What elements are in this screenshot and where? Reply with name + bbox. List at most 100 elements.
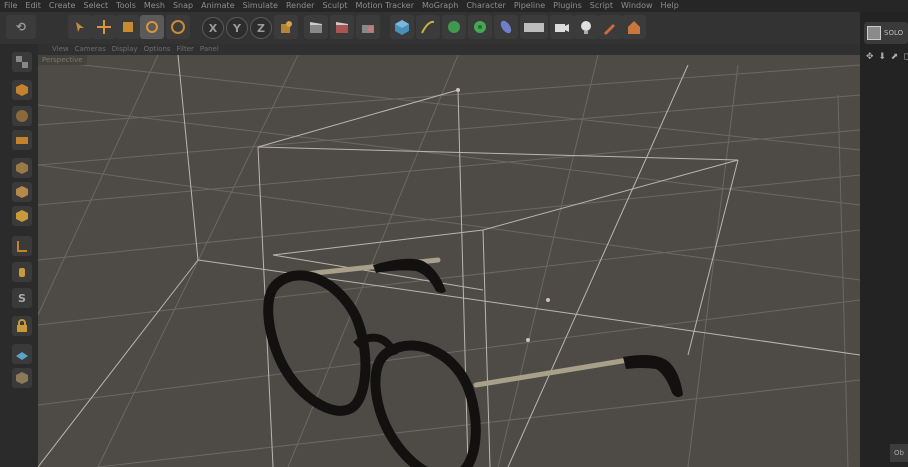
axis-mode-button[interactable] — [12, 236, 32, 256]
floor-icon — [524, 23, 544, 32]
menu-item-window[interactable]: Window — [617, 0, 657, 12]
viewport-scene — [38, 55, 860, 467]
model-mode-button[interactable] — [12, 80, 32, 100]
grid-line — [38, 164, 860, 281]
camera-button[interactable] — [550, 15, 574, 39]
menu-item-sculpt[interactable]: Sculpt — [318, 0, 351, 12]
floor-button[interactable] — [520, 15, 548, 39]
objects-tab[interactable]: Ob — [890, 444, 908, 462]
menu-item-motion-tracker[interactable]: Motion Tracker — [351, 0, 418, 12]
menu-item-animate[interactable]: Animate — [197, 0, 239, 12]
x-axis-label: X — [208, 21, 218, 35]
snap-label: S — [18, 291, 26, 305]
soft-selection-button[interactable] — [12, 368, 32, 388]
cube-icon — [395, 20, 409, 35]
bounding-box — [38, 55, 860, 467]
menu-item-file[interactable]: File — [0, 0, 21, 12]
tag-button[interactable] — [598, 15, 622, 39]
render-settings-button[interactable] — [356, 15, 380, 39]
viewport-menu-cameras[interactable]: Cameras — [75, 44, 112, 55]
menu-item-edit[interactable]: Edit — [21, 0, 45, 12]
layout-selector-button[interactable]: SOLO — [864, 22, 908, 44]
grid-line — [38, 299, 860, 406]
perspective-viewport[interactable]: Perspective — [38, 55, 860, 467]
snap-button[interactable]: S — [12, 288, 32, 308]
viewport-camera-label[interactable]: Perspective — [38, 55, 87, 65]
points-mode-button[interactable] — [12, 158, 32, 178]
lock-workplane-button[interactable] — [12, 316, 32, 336]
recent-tool-button[interactable] — [166, 15, 190, 39]
rotate-tool-button[interactable] — [140, 15, 164, 39]
viewport-menu-panel[interactable]: Panel — [200, 44, 225, 55]
texture-mode-button[interactable] — [12, 106, 32, 126]
viewport-menu-display[interactable]: Display — [112, 44, 144, 55]
menu-bar: File Edit Create Select Tools Mesh Snap Animate… — [0, 0, 908, 12]
menu-item-mesh[interactable]: Mesh — [140, 0, 169, 12]
polygons-mode-button[interactable] — [12, 206, 32, 226]
bbox-edge — [687, 159, 739, 356]
make-editable-button[interactable] — [12, 52, 32, 72]
z-axis-toggle[interactable]: Z — [250, 17, 272, 39]
grid-line — [837, 94, 849, 467]
cloner-button[interactable] — [468, 15, 492, 39]
render-picture-viewer-button[interactable] — [330, 15, 354, 39]
grid-line — [38, 174, 860, 261]
menu-item-character[interactable]: Character — [462, 0, 510, 12]
menu-item-pipeline[interactable]: Pipeline — [510, 0, 549, 12]
left-lens-rim — [263, 270, 371, 416]
rotate-tool-icon — [171, 20, 185, 34]
deformer-button[interactable] — [494, 15, 518, 39]
menu-item-script[interactable]: Script — [586, 0, 617, 12]
x-axis-toggle[interactable]: X — [202, 17, 224, 39]
viewport-menu-filter[interactable]: Filter — [177, 44, 200, 55]
render-view-button[interactable] — [304, 15, 328, 39]
cursor-icon — [76, 22, 84, 32]
coordinate-system-button[interactable] — [274, 15, 298, 39]
undo-icon: ⟲ — [15, 20, 27, 34]
brush-icon — [604, 24, 615, 35]
menu-item-mograph[interactable]: MoGraph — [418, 0, 462, 12]
handle-point — [526, 338, 530, 342]
scale-tool-button[interactable] — [116, 15, 140, 39]
workplane-button[interactable] — [12, 130, 32, 150]
select-tool-button[interactable] — [68, 15, 92, 39]
subdivision-button[interactable] — [442, 15, 466, 39]
grid-line — [497, 55, 599, 467]
scene-button[interactable] — [622, 15, 646, 39]
edges-mode-button[interactable] — [12, 182, 32, 202]
y-axis-toggle[interactable]: Y — [226, 17, 248, 39]
menu-item-simulate[interactable]: Simulate — [239, 0, 282, 12]
world-coordinates-icon — [281, 21, 292, 33]
floor-grid — [38, 55, 860, 467]
planar-workplane-button[interactable] — [12, 344, 32, 364]
bbox-edge — [177, 55, 199, 261]
move-icon — [97, 20, 111, 34]
soft-cube-icon — [16, 372, 28, 384]
move-tool-button[interactable] — [92, 15, 116, 39]
hand-icon — [19, 268, 25, 277]
menu-item-create[interactable]: Create — [45, 0, 80, 12]
left-temple-tip — [373, 258, 446, 293]
menu-item-snap[interactable]: Snap — [169, 0, 197, 12]
rotate-icon — [146, 21, 158, 33]
undo-button[interactable]: ⟲ — [6, 15, 36, 39]
menu-item-help[interactable]: Help — [657, 0, 683, 12]
viewport-menu-options[interactable]: Options — [144, 44, 177, 55]
tweak-mode-button[interactable] — [12, 262, 32, 282]
grid-line — [38, 229, 860, 326]
lock-icon — [17, 319, 27, 332]
menu-item-plugins[interactable]: Plugins — [549, 0, 586, 12]
workplane-icon — [16, 137, 28, 144]
viewport-nav-icons[interactable]: ✥ ⬇ ⬈ ◻ — [866, 52, 908, 62]
menu-item-select[interactable]: Select — [79, 0, 112, 12]
cube-primitive-button[interactable] — [390, 15, 414, 39]
menu-item-tools[interactable]: Tools — [112, 0, 140, 12]
light-button[interactable] — [574, 15, 598, 39]
menu-item-render[interactable]: Render — [282, 0, 318, 12]
cloner-icon — [474, 21, 486, 33]
handle-point — [546, 298, 550, 302]
viewport-menu-view[interactable]: View — [38, 44, 75, 55]
spline-pen-button[interactable] — [416, 15, 440, 39]
bbox-edge — [272, 229, 484, 256]
cube-mode-icon — [16, 84, 28, 96]
